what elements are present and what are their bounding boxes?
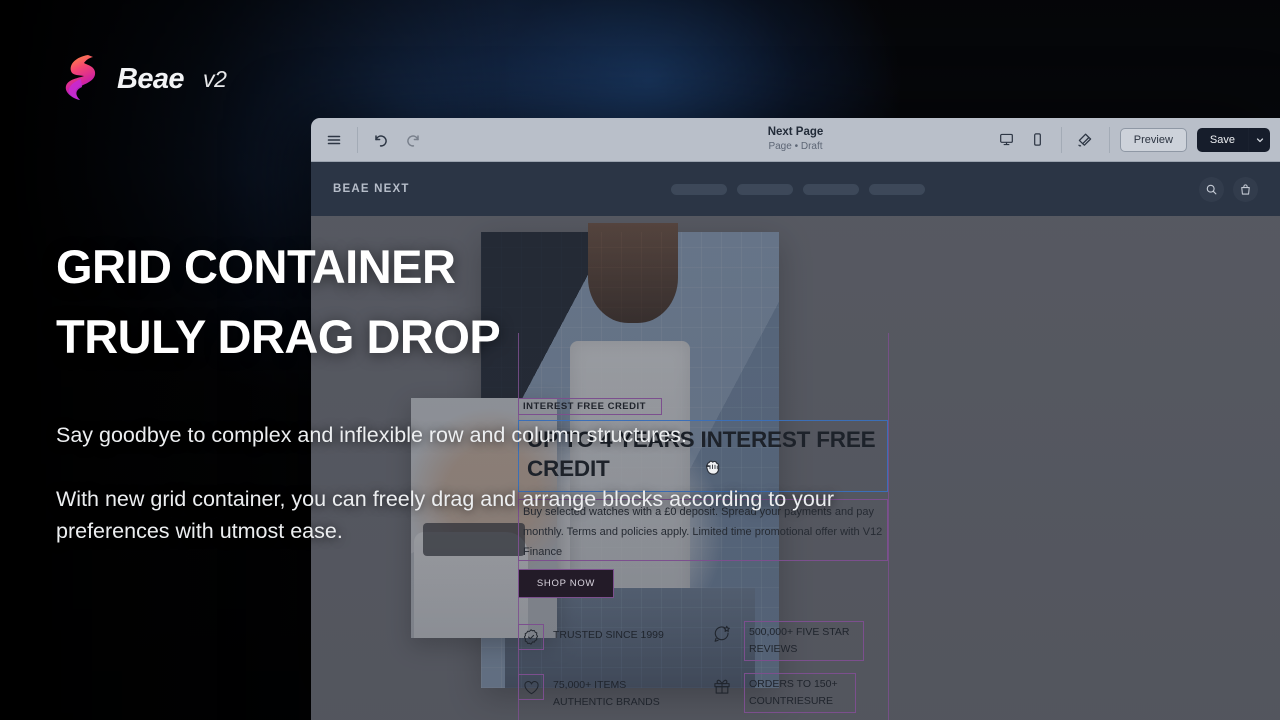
hero-paragraph-2: With new grid container, you can freely … xyxy=(56,487,835,543)
feature-label: TRUSTED SINCE 1999 xyxy=(553,629,664,641)
mobile-view-icon[interactable] xyxy=(1024,127,1051,152)
theme-paint-icon[interactable] xyxy=(1072,127,1099,152)
nav-icon-group xyxy=(1199,176,1258,202)
site-brand-name[interactable]: BEAE NEXT xyxy=(333,183,410,195)
nav-placeholder-item[interactable] xyxy=(803,183,859,195)
save-button[interactable]: Save xyxy=(1197,128,1248,152)
feature-label: 75,000+ ITEMS AUTHENTIC BRANDS xyxy=(553,679,660,708)
brand-logo[interactable]: Beae v2 xyxy=(60,54,227,104)
nav-placeholder-items xyxy=(671,183,925,195)
verified-badge-icon xyxy=(518,624,544,650)
save-button-group: Save xyxy=(1196,127,1270,152)
undo-icon[interactable] xyxy=(366,125,396,155)
chat-star-review-icon xyxy=(709,621,735,647)
page-status-subtitle: Page • Draft xyxy=(768,141,823,152)
gift-icon xyxy=(709,673,735,699)
toolbar-divider-2 xyxy=(1060,126,1062,153)
save-button-label: Save xyxy=(1209,133,1235,146)
brand-version: v2 xyxy=(202,65,227,92)
beae-flame-logo-icon xyxy=(65,55,96,100)
chevron-down-icon[interactable] xyxy=(1248,127,1270,152)
redo-icon[interactable] xyxy=(398,125,428,155)
shopping-bag-icon[interactable] xyxy=(1233,176,1258,202)
hero-copy-block: GRID CONTAINER TRULY DRAG DROP Say goodb… xyxy=(56,232,856,547)
nav-placeholder-item[interactable] xyxy=(671,183,727,195)
nav-placeholder-item[interactable] xyxy=(869,183,925,195)
feature-label: ORDERS TO 150+ COUNTRIESURE xyxy=(744,673,856,713)
shop-now-button[interactable]: SHOP NOW xyxy=(518,569,614,598)
toolbar-divider xyxy=(357,126,358,153)
preview-button-label: Preview xyxy=(1133,133,1173,146)
page-title: Next Page xyxy=(767,126,824,138)
hero-headline-line-2: TRULY DRAG DROP xyxy=(56,310,501,363)
feature-item-items[interactable]: 75,000+ ITEMS AUTHENTIC BRANDS xyxy=(518,674,671,711)
feature-item-orders[interactable]: ORDERS TO 150+ COUNTRIESURE xyxy=(709,673,856,713)
grid-guideline-right xyxy=(888,333,889,720)
heart-icon xyxy=(518,674,544,700)
hero-headline-line-1: GRID CONTAINER xyxy=(56,240,456,293)
nav-placeholder-item[interactable] xyxy=(737,183,793,195)
toolbar-divider-3 xyxy=(1108,126,1110,153)
shop-now-button-label: SHOP NOW xyxy=(536,578,596,589)
preview-button[interactable]: Preview xyxy=(1119,127,1187,152)
hamburger-menu-icon[interactable] xyxy=(319,125,349,155)
site-navigation-bar: BEAE NEXT xyxy=(311,162,1280,216)
feature-item-reviews[interactable]: 500,000+ FIVE STAR REVIEWS xyxy=(709,621,864,661)
brand-name: Beae xyxy=(117,62,185,95)
feature-item-trusted[interactable]: TRUSTED SINCE 1999 xyxy=(518,624,664,650)
editor-toolbar: Next Page Page • Draft Preview Save xyxy=(311,118,1280,162)
desktop-view-icon[interactable] xyxy=(993,127,1020,152)
hero-paragraph-1: Say goodbye to complex and inflexible ro… xyxy=(56,423,688,447)
search-icon[interactable] xyxy=(1199,176,1224,202)
feature-label: 500,000+ FIVE STAR REVIEWS xyxy=(744,621,864,661)
